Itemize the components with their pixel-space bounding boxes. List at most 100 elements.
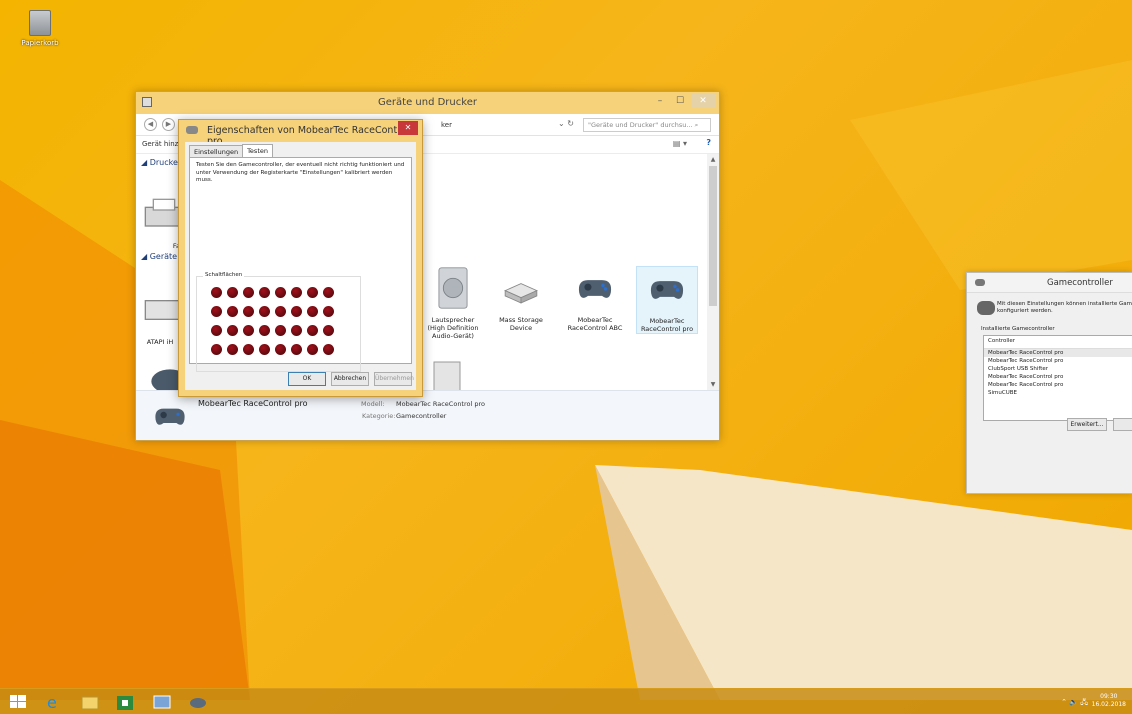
game-controllers-taskbar-icon[interactable] (188, 693, 208, 711)
list-item[interactable]: MobearTec RaceControl pro (984, 357, 1132, 365)
details-category-key: Kategorie: (362, 412, 396, 420)
ok-button[interactable]: OK (288, 372, 326, 386)
device-label: Lautsprecher (High Definition Audio-Gerä… (427, 316, 479, 340)
recycle-bin-label: Papierkorb (21, 39, 59, 47)
test-tab-panel: Testen Sie den Gamecontroller, der event… (189, 157, 412, 372)
button-indicator (243, 344, 254, 355)
button-indicator (259, 325, 270, 336)
speaker-device[interactable]: Lautsprecher (High Definition Audio-Gerä… (422, 266, 484, 340)
search-input[interactable]: "Geräte und Drucker" durchsu... ⌕ (583, 118, 711, 132)
game-controllers-window: Gamecontroller Mit diesen Einstellungen … (966, 272, 1132, 494)
system-tray-icons[interactable]: ⌃ 🔈 🖧 (1061, 698, 1088, 709)
buttons-group: Schaltflächen (196, 272, 361, 372)
list-item[interactable]: ClubSport USB Shifter (984, 365, 1132, 373)
svg-text:e: e (47, 693, 57, 711)
gamepad-icon (155, 408, 185, 425)
window-title: Geräte und Drucker (378, 97, 477, 108)
button-indicator (323, 287, 334, 298)
dialog-close-button[interactable]: ✕ (398, 121, 418, 135)
button-indicator (323, 344, 334, 355)
gc-titlebar[interactable]: Gamecontroller (967, 273, 1132, 293)
list-item[interactable]: MobearTec RaceControl pro (984, 349, 1132, 357)
group-printers[interactable]: ◢ Drucker (141, 158, 181, 167)
button-indicator (323, 306, 334, 317)
dialog-body: Einstellungen Testen Testen Sie den Game… (185, 142, 416, 390)
storage-device[interactable]: Mass Storage Device (490, 266, 552, 332)
buttons-group-label: Schaltflächen (203, 272, 245, 278)
controller-list: Controller MobearTec RaceControl pro Mob… (983, 335, 1132, 421)
properties-button-partial[interactable] (1113, 418, 1132, 431)
refresh-icon[interactable]: ⌄ ↻ (558, 119, 574, 128)
details-model-value: MobearTec RaceControl pro (396, 400, 485, 408)
recycle-bin[interactable]: Papierkorb (18, 10, 62, 47)
store-icon[interactable] (115, 693, 135, 711)
add-device-button[interactable]: Gerät hinz (142, 140, 178, 148)
button-indicator (259, 344, 270, 355)
device-label: MobearTec RaceControl pro (640, 317, 694, 333)
clock-time: 09:30 (1100, 693, 1118, 700)
scroll-down-icon[interactable]: ▼ (707, 381, 719, 388)
button-indicator (307, 306, 318, 317)
button-indicator (275, 325, 286, 336)
close-button[interactable]: ✕ (691, 94, 715, 108)
devices-printers-taskbar-icon[interactable] (152, 693, 172, 711)
scroll-up-icon[interactable]: ▲ (707, 156, 719, 163)
storage-drive-icon (504, 283, 538, 304)
button-indicator (307, 287, 318, 298)
gamepad-abc-device[interactable]: MobearTec RaceControl ABC (564, 266, 626, 332)
details-model-key: Modell: (361, 400, 385, 408)
back-arrow-icon[interactable]: ◀ (144, 118, 157, 131)
optical-drive-label: ATAPI iH (146, 338, 174, 346)
gamepad-icon (975, 279, 985, 286)
test-description: Testen Sie den Gamecontroller, der event… (196, 162, 405, 183)
button-indicator (259, 287, 270, 298)
optical-drive-device[interactable]: ATAPI iH (140, 288, 184, 346)
vertical-scrollbar[interactable]: ▲ ▼ (707, 154, 719, 390)
clock[interactable]: 09:30 16.02.2018 (1092, 693, 1126, 709)
button-indicator-grid (211, 287, 335, 355)
button-indicator (211, 325, 222, 336)
file-explorer-icon[interactable] (80, 693, 100, 711)
properties-dialog: Eigenschaften von MobearTec RaceControl … (178, 119, 423, 397)
apply-button[interactable]: Übernehmen (374, 372, 414, 386)
button-indicator (227, 344, 238, 355)
clock-date: 16.02.2018 (1091, 701, 1126, 708)
gamepad-pro-device[interactable]: MobearTec RaceControl pro (636, 266, 698, 334)
start-windows-icon[interactable] (8, 693, 28, 711)
gamepad-icon (186, 126, 198, 134)
view-options-icon[interactable]: ▤ ▾ (673, 139, 687, 148)
button-indicator (307, 325, 318, 336)
cancel-button[interactable]: Abbrechen (331, 372, 369, 386)
maximize-button[interactable]: ☐ (671, 94, 689, 108)
gc-title: Gamecontroller (1047, 278, 1113, 288)
button-indicator (275, 344, 286, 355)
button-indicator (227, 287, 238, 298)
controller-column-header[interactable]: Controller (984, 336, 1132, 349)
group-devices[interactable]: ◢ Geräte (141, 252, 177, 261)
window-titlebar[interactable]: Geräte und Drucker – ☐ ✕ (136, 92, 719, 114)
advanced-button[interactable]: Erweitert... (1067, 418, 1107, 431)
gc-installed-label: Installierte Gamecontroller (981, 326, 1055, 332)
minimize-button[interactable]: – (651, 94, 669, 108)
list-item[interactable]: MobearTec RaceControl pro (984, 373, 1132, 381)
speaker-icon (438, 267, 468, 309)
forward-arrow-icon[interactable]: ▶ (162, 118, 175, 131)
button-indicator (275, 287, 286, 298)
list-item[interactable]: MobearTec RaceControl pro (984, 381, 1132, 389)
button-indicator (259, 306, 270, 317)
list-item[interactable]: SimuCUBE (984, 389, 1132, 397)
printer-device[interactable]: Fa (140, 192, 184, 250)
button-indicator (291, 306, 302, 317)
gamepad-icon (977, 301, 995, 315)
button-indicator (211, 306, 222, 317)
internet-explorer-icon[interactable]: e (44, 693, 64, 711)
help-icon[interactable]: ? (706, 138, 711, 147)
button-indicator (291, 344, 302, 355)
button-indicator (291, 325, 302, 336)
button-indicator (243, 287, 254, 298)
device-label: MobearTec RaceControl ABC (567, 316, 623, 332)
details-category-value: Gamecontroller (396, 412, 447, 420)
scrollbar-thumb[interactable] (709, 166, 717, 306)
button-indicator (227, 306, 238, 317)
tab-test[interactable]: Testen (242, 144, 273, 158)
